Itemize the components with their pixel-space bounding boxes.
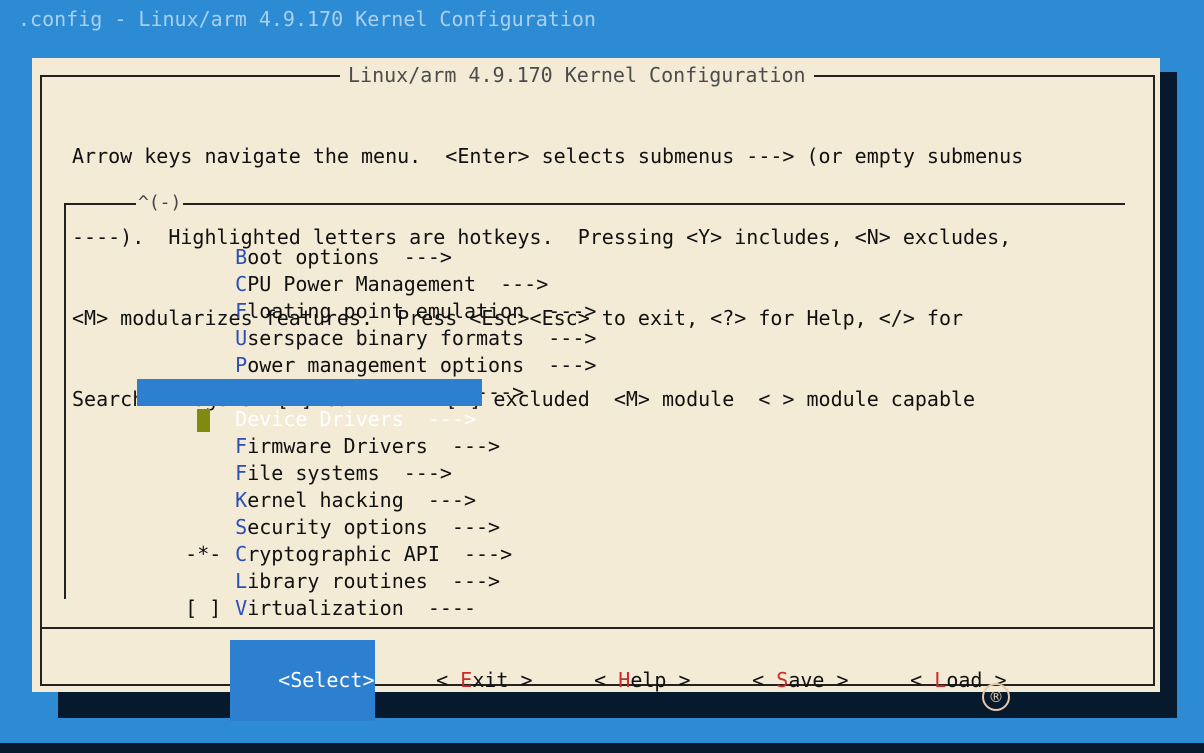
menu-item-file-systems[interactable]: File systems ---> — [137, 433, 452, 485]
button-label: elect> — [302, 668, 375, 692]
button-hotkey: S — [776, 668, 789, 692]
item-label: irtualization ---- — [247, 596, 476, 620]
menu-item-firmware-drivers[interactable]: Firmware Drivers ---> — [137, 406, 500, 458]
button-bracket: < — [752, 668, 777, 692]
load-button[interactable]: < Load > — [862, 640, 1006, 721]
button-hotkey: L — [934, 668, 947, 692]
save-button[interactable]: < Save > — [704, 640, 849, 721]
button-bracket: < — [594, 668, 619, 692]
menu-border-top — [64, 203, 1125, 205]
exit-button[interactable]: < Exit > — [388, 640, 533, 721]
button-label: ave > — [788, 668, 849, 692]
menu-item-kernel-hacking[interactable]: Kernel hacking ---> — [137, 460, 476, 512]
menu-border-left — [64, 203, 66, 599]
button-hotkey: S — [290, 668, 303, 692]
button-label: elp > — [630, 668, 691, 692]
terminal-screen: .config - Linux/arm 4.9.170 Kernel Confi… — [0, 0, 1204, 753]
menu-item-library-routines[interactable]: Library routines ---> — [137, 541, 500, 593]
terminal-bottom-band — [0, 743, 1204, 753]
help-line: Arrow keys navigate the menu. <Enter> se… — [72, 144, 1024, 168]
registered-mark-icon: ® — [982, 683, 1010, 711]
dialog-title: Linux/arm 4.9.170 Kernel Configuration — [340, 62, 814, 88]
button-label: xit > — [472, 668, 533, 692]
dialog-border-right — [1153, 75, 1155, 685]
item-hotkey: V — [235, 596, 248, 620]
menu-item-device-drivers[interactable]: Device Drivers ---> — [137, 379, 482, 432]
dialog-shadow-right — [1160, 72, 1177, 718]
select-button[interactable]: <Select> — [230, 640, 375, 721]
button-bracket: < — [910, 668, 935, 692]
menu-item-userspace-binary-formats[interactable]: Userspace binary formats ---> — [137, 298, 596, 350]
scroll-up-indicator: ^(-) — [136, 192, 184, 214]
menu-item-networking-support[interactable]: [*]Networking support ---> — [137, 352, 524, 404]
dialog-border-left — [40, 75, 42, 685]
menu-item-security-options[interactable]: Security options ---> — [137, 487, 500, 539]
button-bracket: < — [436, 668, 461, 692]
menu-item-cryptographic-api[interactable]: -*- Cryptographic API ---> — [137, 514, 512, 566]
button-hotkey: E — [460, 668, 473, 692]
item-marker: [ ] — [185, 596, 222, 620]
menu-item-cpu-power-management[interactable]: CPU Power Management ---> — [137, 244, 548, 296]
button-hotkey: H — [618, 668, 631, 692]
menu-item-boot-options[interactable]: Boot options ---> — [137, 217, 452, 269]
help-button[interactable]: < Help > — [546, 640, 691, 721]
button-separator — [40, 627, 1155, 629]
menu-item-power-management-options[interactable]: Power management options ---> — [137, 325, 596, 377]
button-bracket: < — [278, 668, 291, 692]
back-title: .config - Linux/arm 4.9.170 Kernel Confi… — [18, 7, 596, 31]
menu-item-floating-point-emulation[interactable]: Floating point emulation ---> — [137, 271, 596, 323]
menu-item-virtualization[interactable]: [ ] Virtualization ---- — [137, 568, 476, 620]
